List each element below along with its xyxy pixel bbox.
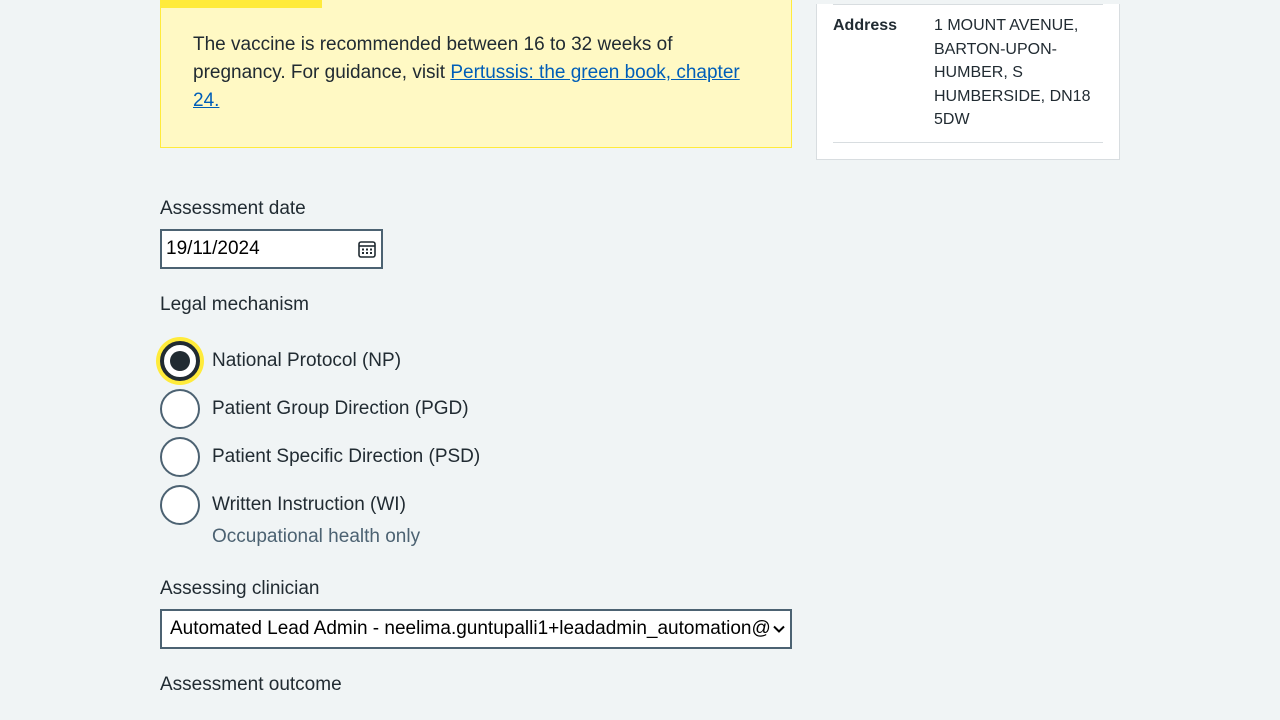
vaccine-guidance-inset: The vaccine is recommended between 16 to… (160, 0, 792, 148)
radio-patient-group-direction[interactable]: Patient Group Direction (PGD) (160, 389, 469, 429)
patient-summary-card: Address 1 MOUNT AVENUE, BARTON-UPON-HUMB… (816, 4, 1120, 160)
radio-button-checked[interactable] (160, 341, 200, 381)
assessing-clinician-label: Assessing clinician (160, 578, 320, 599)
calendar-icon[interactable] (357, 239, 377, 259)
summary-row-address: Address 1 MOUNT AVENUE, BARTON-UPON-HUMB… (833, 4, 1103, 143)
radio-patient-specific-direction[interactable]: Patient Specific Direction (PSD) (160, 437, 480, 477)
address-value: 1 MOUNT AVENUE, BARTON-UPON-HUMBER, S HU… (934, 17, 1091, 128)
radio-button[interactable] (160, 485, 200, 525)
radio-label: Patient Group Direction (PGD) (212, 398, 469, 419)
radio-written-instruction[interactable]: Written Instruction (WI) (160, 485, 406, 525)
assessing-clinician-value: Automated Lead Admin - neelima.guntupall… (170, 618, 772, 639)
radio-button[interactable] (160, 389, 200, 429)
written-instruction-hint: Occupational health only (212, 526, 421, 547)
chevron-down-icon (773, 625, 785, 633)
main-column: The vaccine is recommended between 16 to… (160, 0, 792, 695)
assessment-date-input[interactable]: 19/11/2024 (160, 229, 383, 269)
inset-text: The vaccine is recommended between 16 to… (193, 31, 759, 115)
assessment-outcome-label: Assessment outcome (160, 674, 342, 695)
assessing-clinician-select[interactable]: Automated Lead Admin - neelima.guntupall… (160, 609, 792, 649)
assessment-date-label: Assessment date (160, 198, 306, 219)
patient-details-column: Address 1 MOUNT AVENUE, BARTON-UPON-HUMB… (816, 0, 1120, 160)
radio-label: Written Instruction (WI) (212, 494, 406, 515)
radio-button[interactable] (160, 437, 200, 477)
legal-mechanism-label: Legal mechanism (160, 294, 309, 315)
inset-accent-bar (161, 0, 322, 8)
radio-label: Patient Specific Direction (PSD) (212, 446, 481, 467)
radio-label: National Protocol (NP) (212, 350, 402, 371)
address-key: Address (833, 17, 898, 34)
assessment-date-value: 19/11/2024 (166, 238, 260, 259)
radio-national-protocol[interactable]: National Protocol (NP) (160, 341, 401, 381)
